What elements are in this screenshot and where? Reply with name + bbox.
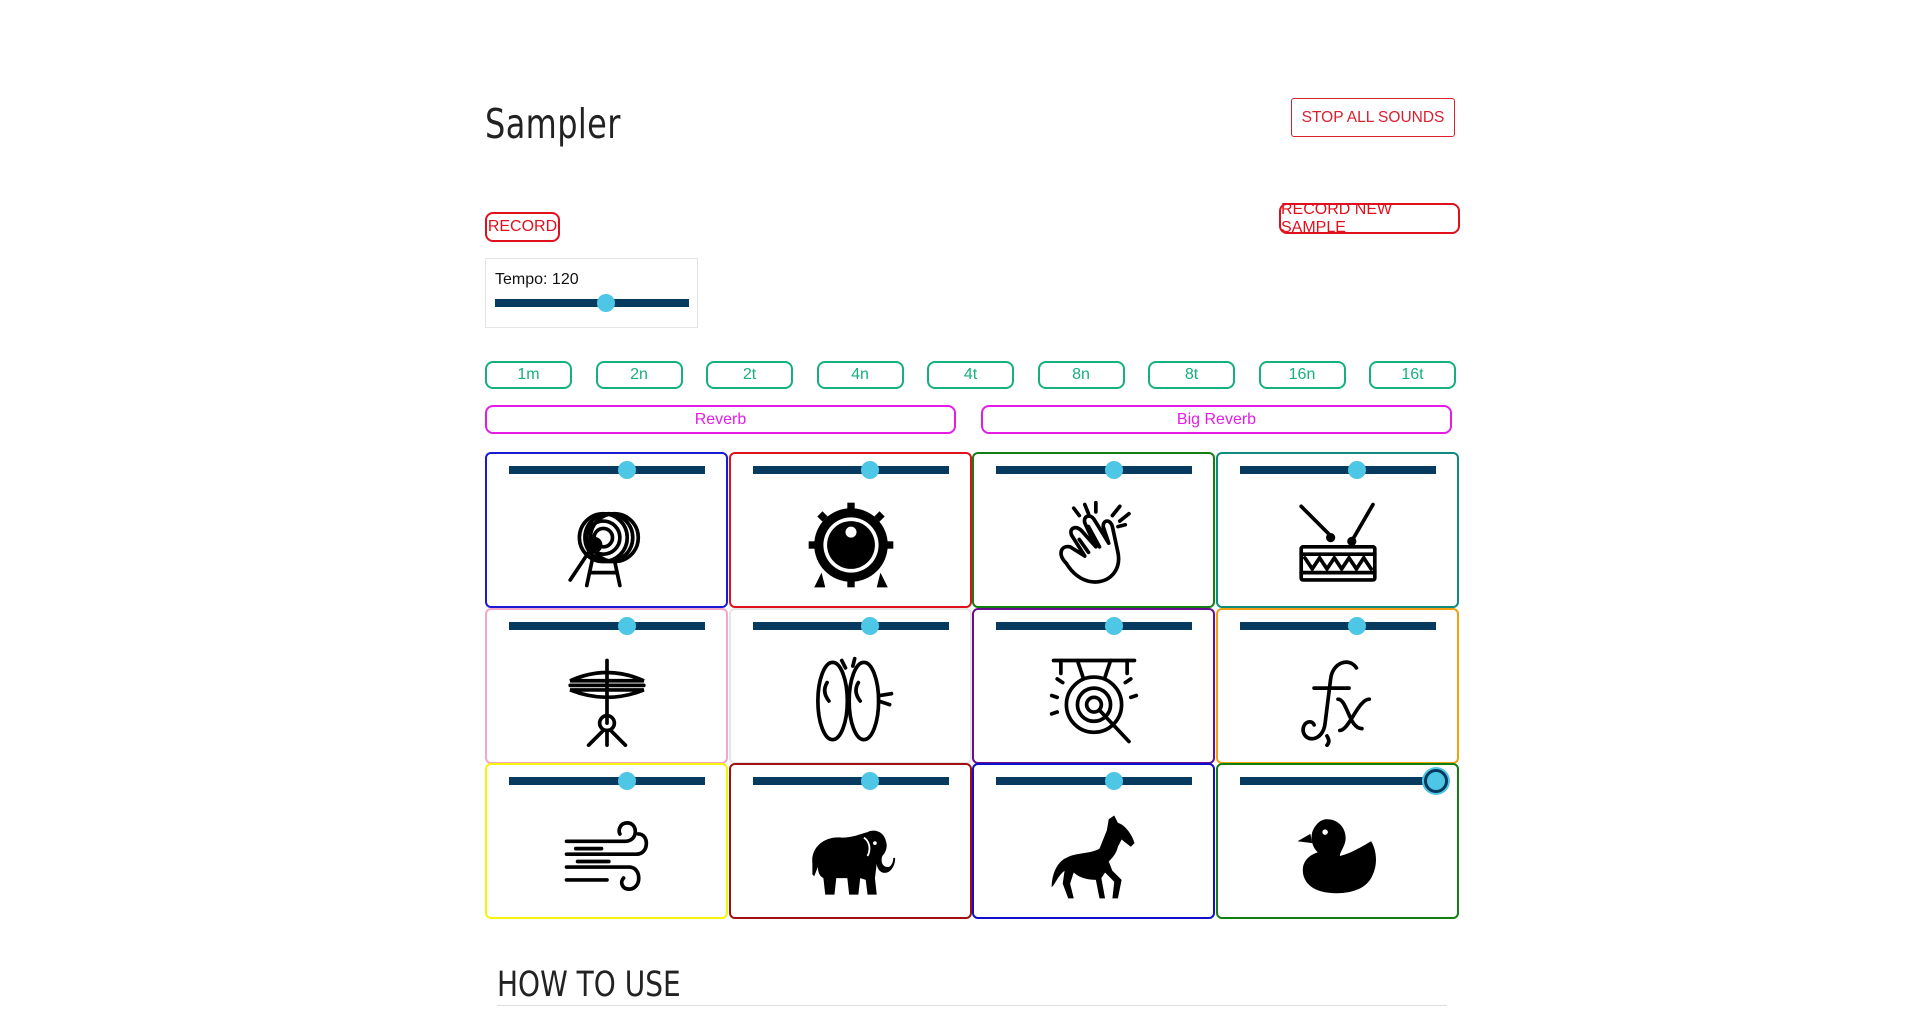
- gong-icon: [1048, 655, 1140, 747]
- pad-volume-slider[interactable]: [509, 772, 705, 790]
- how-to-use-heading: HOW TO USE: [497, 965, 681, 1005]
- pad-volume-slider[interactable]: [752, 461, 949, 479]
- record-button[interactable]: RECORD: [485, 212, 560, 242]
- pad-volume-slider-thumb[interactable]: [1104, 772, 1123, 790]
- note-button-4t[interactable]: 4t: [927, 361, 1014, 389]
- tempo-slider-thumb[interactable]: [596, 294, 615, 312]
- note-button-8t[interactable]: 8t: [1148, 361, 1235, 389]
- horse-icon: [1048, 810, 1140, 902]
- bass-drum-icon: [561, 499, 653, 591]
- wind-icon: [561, 810, 653, 902]
- pad-volume-slider[interactable]: [996, 616, 1192, 635]
- pad-volume-slider[interactable]: [996, 772, 1192, 790]
- fx-icon: [1292, 655, 1384, 747]
- sample-pad[interactable]: [728, 763, 972, 919]
- pad-volume-slider-thumb[interactable]: [617, 616, 636, 635]
- sample-pad[interactable]: [485, 607, 728, 764]
- duck-icon: [1292, 810, 1384, 902]
- pad-volume-slider-thumb[interactable]: [1104, 616, 1123, 635]
- pad-volume-slider-thumb[interactable]: [1348, 616, 1367, 635]
- pad-volume-slider[interactable]: [752, 772, 949, 790]
- pad-volume-slider-thumb[interactable]: [1423, 769, 1448, 793]
- drum-head-icon: [805, 499, 897, 591]
- pad-volume-slider[interactable]: [752, 616, 949, 635]
- tempo-label: Tempo: 120: [495, 271, 579, 288]
- sample-pad[interactable]: [485, 763, 728, 919]
- pad-volume-slider[interactable]: [509, 616, 705, 635]
- note-button-16t[interactable]: 16t: [1369, 361, 1456, 389]
- stop-all-sounds-button[interactable]: STOP ALL SOUNDS: [1291, 98, 1455, 137]
- sample-pad[interactable]: [728, 607, 972, 764]
- pad-volume-slider[interactable]: [1239, 461, 1436, 479]
- reverb-button[interactable]: Reverb: [485, 405, 956, 434]
- sample-pad[interactable]: [1215, 452, 1459, 608]
- record-new-sample-button[interactable]: RECORD NEW SAMPLE: [1279, 201, 1460, 236]
- sample-pad[interactable]: [1215, 763, 1459, 919]
- snare-drum-icon: [1292, 499, 1384, 591]
- sample-pad[interactable]: [972, 763, 1215, 919]
- pad-volume-slider[interactable]: [1239, 616, 1436, 635]
- note-button-2t[interactable]: 2t: [706, 361, 793, 389]
- clap-icon: [1048, 499, 1140, 591]
- pad-volume-slider-thumb[interactable]: [861, 616, 880, 635]
- pad-volume-slider[interactable]: [996, 461, 1192, 479]
- note-button-1m[interactable]: 1m: [485, 361, 572, 389]
- page-title: Sampler: [485, 100, 621, 148]
- pad-volume-slider[interactable]: [1239, 769, 1448, 793]
- hi-hat-icon: [561, 655, 653, 747]
- pad-volume-slider-thumb[interactable]: [1348, 461, 1367, 479]
- note-button-8n[interactable]: 8n: [1037, 361, 1125, 389]
- big-reverb-button[interactable]: Big Reverb: [981, 405, 1452, 434]
- sample-pad[interactable]: [485, 452, 728, 608]
- note-button-2n[interactable]: 2n: [595, 361, 683, 389]
- elephant-icon: [805, 810, 897, 902]
- pad-volume-slider-thumb[interactable]: [861, 461, 880, 479]
- note-button-16n[interactable]: 16n: [1258, 361, 1346, 389]
- note-button-4n[interactable]: 4n: [816, 361, 904, 389]
- pad-volume-slider[interactable]: [509, 461, 705, 479]
- cymbals-icon: [805, 655, 897, 747]
- sample-pad[interactable]: [728, 452, 972, 608]
- sample-pad[interactable]: [972, 607, 1215, 764]
- pad-volume-slider-thumb[interactable]: [617, 772, 636, 790]
- pad-volume-slider-thumb[interactable]: [861, 772, 880, 790]
- sample-pad[interactable]: [1215, 607, 1459, 764]
- tempo-slider[interactable]: [495, 294, 689, 312]
- pad-volume-slider-thumb[interactable]: [617, 461, 636, 479]
- tempo-panel: Tempo: 120: [485, 258, 698, 328]
- pad-volume-slider-thumb[interactable]: [1104, 461, 1123, 479]
- heading-divider: [497, 1005, 1447, 1006]
- sample-pad[interactable]: [972, 452, 1215, 608]
